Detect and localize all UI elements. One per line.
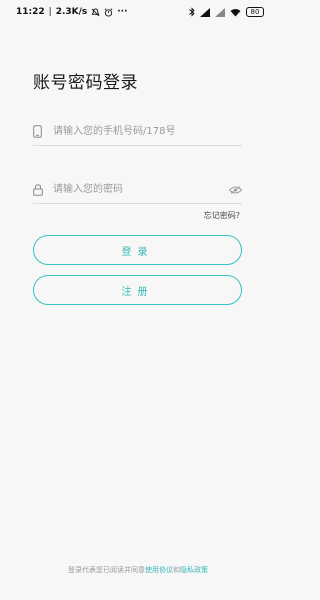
mute-icon	[91, 7, 100, 17]
agreement-text: 登录代表您已阅读并同意使用协议和隐私政策	[0, 565, 276, 575]
bluetooth-icon	[189, 7, 195, 17]
phone-icon	[33, 125, 49, 138]
status-bar: 11:22 | 2.3K/s ··· 80	[0, 0, 276, 24]
password-input[interactable]	[49, 177, 226, 202]
status-separator: |	[48, 7, 52, 17]
status-time: 11:22	[16, 7, 45, 17]
status-speed: 2.3K/s	[55, 7, 88, 17]
agreement-prefix: 登录代表您已阅读并同意	[68, 566, 145, 574]
login-button[interactable]: 登录	[33, 235, 242, 265]
lock-icon	[33, 183, 49, 196]
forgot-password-link[interactable]: 忘记密码?	[204, 210, 240, 221]
phone-input[interactable]	[49, 119, 242, 144]
agreement-and: 和	[173, 566, 180, 574]
signal-icon	[200, 7, 210, 17]
privacy-link[interactable]: 隐私政策	[180, 566, 208, 574]
alarm-icon	[104, 7, 113, 17]
battery-icon: 80	[246, 7, 264, 17]
terms-link[interactable]: 使用协议	[145, 566, 173, 574]
phone-field	[33, 118, 242, 146]
page-title: 账号密码登录	[33, 73, 138, 93]
password-field	[33, 176, 242, 204]
status-more: ···	[117, 7, 128, 17]
status-right: 80	[189, 7, 264, 17]
status-left: 11:22 | 2.3K/s ···	[16, 7, 128, 17]
wifi-icon	[230, 8, 241, 17]
register-button[interactable]: 注册	[33, 275, 242, 305]
eye-off-icon[interactable]	[226, 185, 242, 194]
signal-icon	[215, 7, 225, 17]
